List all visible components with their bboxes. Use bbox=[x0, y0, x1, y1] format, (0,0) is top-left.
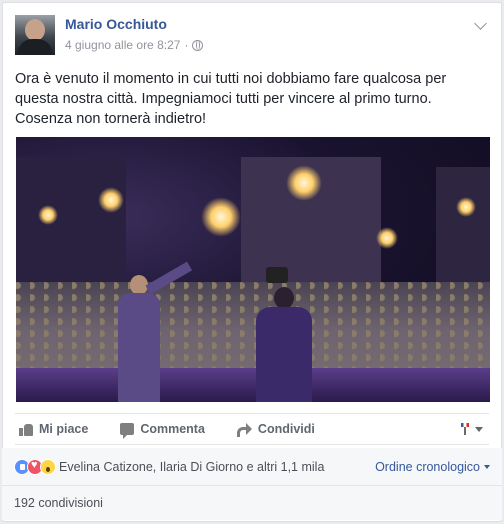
shares-count[interactable]: 192 condivisioni bbox=[14, 496, 103, 510]
post-as-selector[interactable] bbox=[459, 422, 483, 436]
share-icon bbox=[236, 423, 252, 437]
caret-down-icon bbox=[484, 464, 490, 469]
post-photo[interactable] bbox=[16, 137, 490, 402]
like-button[interactable]: Mi piace bbox=[19, 422, 88, 436]
street-light bbox=[456, 197, 476, 217]
shares-bar: 192 condivisioni bbox=[2, 486, 502, 520]
avatar-face bbox=[25, 19, 45, 41]
street-light bbox=[376, 227, 398, 249]
comment-icon bbox=[120, 423, 135, 439]
chevron-down-icon[interactable] bbox=[474, 17, 487, 30]
comment-label: Commenta bbox=[140, 422, 205, 436]
thumbs-up-icon bbox=[19, 423, 33, 436]
avatar-body bbox=[18, 39, 52, 55]
caret-down-icon bbox=[475, 426, 483, 432]
author-name[interactable]: Mario Occhiuto bbox=[65, 15, 167, 33]
sort-label: Ordine cronologico bbox=[375, 459, 480, 474]
meta-separator: · bbox=[184, 38, 189, 52]
cameraman-figure bbox=[248, 267, 318, 402]
reaction-names[interactable]: Evelina Catizone, Ilaria Di Giorno e alt… bbox=[59, 460, 324, 474]
post-text: Ora è venuto il momento in cui tutti noi… bbox=[15, 71, 447, 127]
post-header: Mario Occhiuto 4 giugno alle ore 8:27 · bbox=[15, 15, 489, 59]
reactions-bar: Evelina Catizone, Ilaria Di Giorno e alt… bbox=[2, 448, 502, 486]
street-light bbox=[201, 197, 241, 237]
post-card: Mario Occhiuto 4 giugno alle ore 8:27 · … bbox=[2, 2, 502, 522]
post-actions: Mi piace Commenta Condividi bbox=[15, 413, 489, 445]
flag-icon bbox=[459, 422, 471, 436]
globe-icon[interactable] bbox=[192, 39, 204, 51]
post-timestamp[interactable]: 4 giugno alle ore 8:27 bbox=[65, 37, 180, 53]
sort-dropdown[interactable]: Ordine cronologico bbox=[375, 460, 490, 474]
reaction-icons[interactable] bbox=[14, 458, 56, 475]
street-light bbox=[38, 205, 58, 225]
like-label: Mi piace bbox=[39, 422, 89, 436]
avatar[interactable] bbox=[15, 15, 55, 55]
wow-reaction-icon bbox=[40, 458, 56, 475]
post-meta: 4 giugno alle ore 8:27 · bbox=[65, 37, 204, 53]
comment-button[interactable]: Commenta bbox=[120, 422, 205, 439]
speaker-figure bbox=[108, 261, 193, 402]
street-light bbox=[98, 187, 124, 213]
share-button[interactable]: Condividi bbox=[236, 422, 315, 437]
share-label: Condividi bbox=[257, 422, 315, 436]
street-light bbox=[286, 165, 322, 201]
